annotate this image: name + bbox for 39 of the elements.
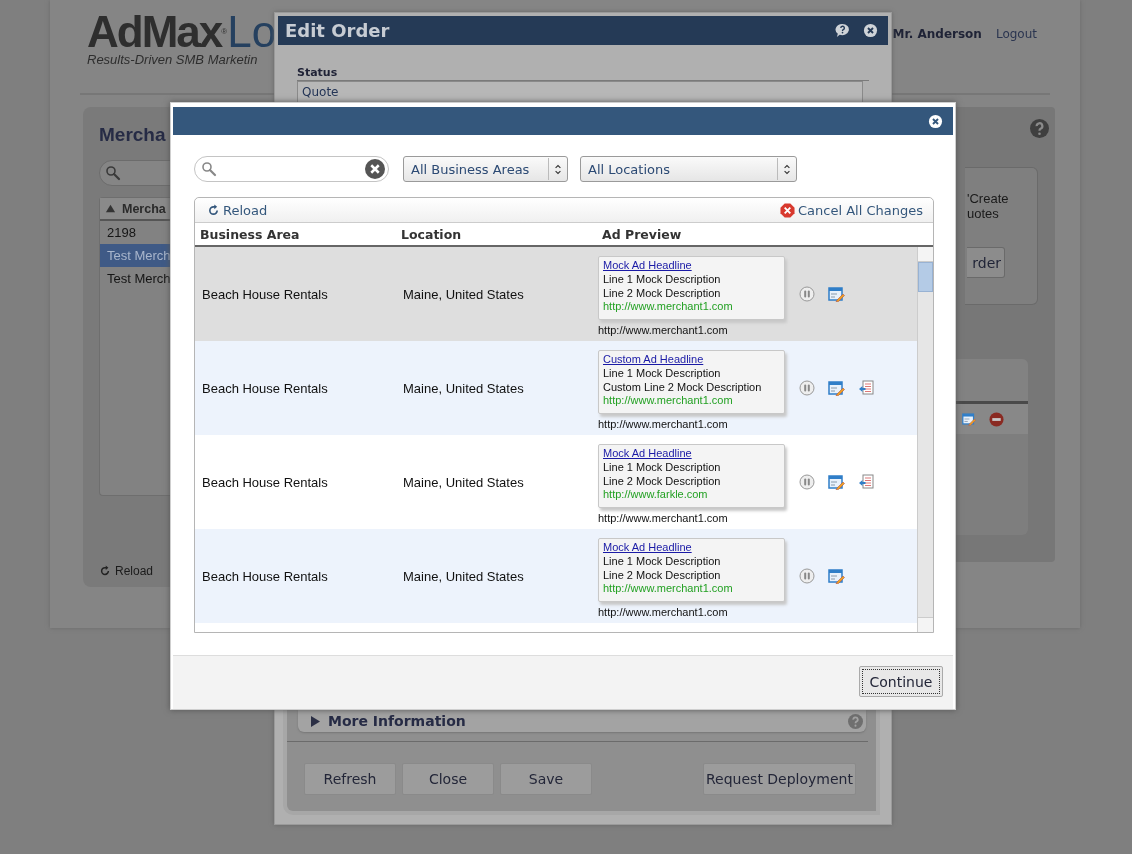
ad-description: Line 2 Mock Description xyxy=(603,474,722,489)
column-header-label: Mercha xyxy=(122,201,166,216)
table-cell-text: Maine, United States xyxy=(402,380,525,396)
panel-title: Mercha xyxy=(99,124,166,145)
info-text: 'Create uotes xyxy=(967,191,1010,223)
column-header: Location xyxy=(401,226,463,242)
user-name: Mr. Anderson xyxy=(892,27,982,43)
logo-tagline: Results-Driven SMB Marketin xyxy=(87,52,259,67)
display-url: http://www.merchant1.com xyxy=(598,512,729,524)
column-header: Business Area xyxy=(200,226,301,242)
table-cell-text: Maine, United States xyxy=(402,286,525,302)
ad-description: Line 1 Mock Description xyxy=(603,367,722,381)
table-cell-text: Beach House Rentals xyxy=(201,380,329,396)
table-cell-text: Maine, United States xyxy=(402,568,525,584)
ad-url: http://www.merchant1.com xyxy=(603,394,734,408)
ad-url: http://www.merchant1.com xyxy=(603,300,734,314)
display-url: http://www.merchant1.com xyxy=(598,418,729,430)
ad-description: Line 2 Mock Description xyxy=(603,286,722,301)
ad-description: Line 1 Mock Description xyxy=(603,461,722,475)
ad-description: Line 1 Mock Description xyxy=(603,273,722,287)
registered-mark: ® xyxy=(221,27,228,36)
ad-description: Custom Line 2 Mock Description xyxy=(603,380,763,395)
logo-wordmark: AdMax xyxy=(87,10,222,54)
table-cell-text: Beach House Rentals xyxy=(201,286,329,302)
logo-wordmark-suffix: Lo xyxy=(227,10,277,54)
ad-description: Line 1 Mock Description xyxy=(603,555,722,569)
column-header: Ad Preview xyxy=(602,226,683,242)
table-cell-text: Beach House Rentals xyxy=(201,474,329,490)
display-url: http://www.merchant1.com xyxy=(598,606,729,618)
ad-url: http://www.merchant1.com xyxy=(603,582,734,596)
section-title: More Information xyxy=(328,713,466,729)
ad-url: http://www.farkle.com xyxy=(603,488,709,502)
reload-label: Reload xyxy=(223,202,268,218)
table-cell-text: Beach House Rentals xyxy=(201,568,329,584)
table-cell-text: Maine, United States xyxy=(402,474,525,490)
display-url: http://www.merchant1.com xyxy=(598,324,729,336)
dialog-title: Edit Order xyxy=(285,20,391,41)
reload-label: Reload xyxy=(115,564,154,578)
ad-description: Line 2 Mock Description xyxy=(603,568,722,583)
